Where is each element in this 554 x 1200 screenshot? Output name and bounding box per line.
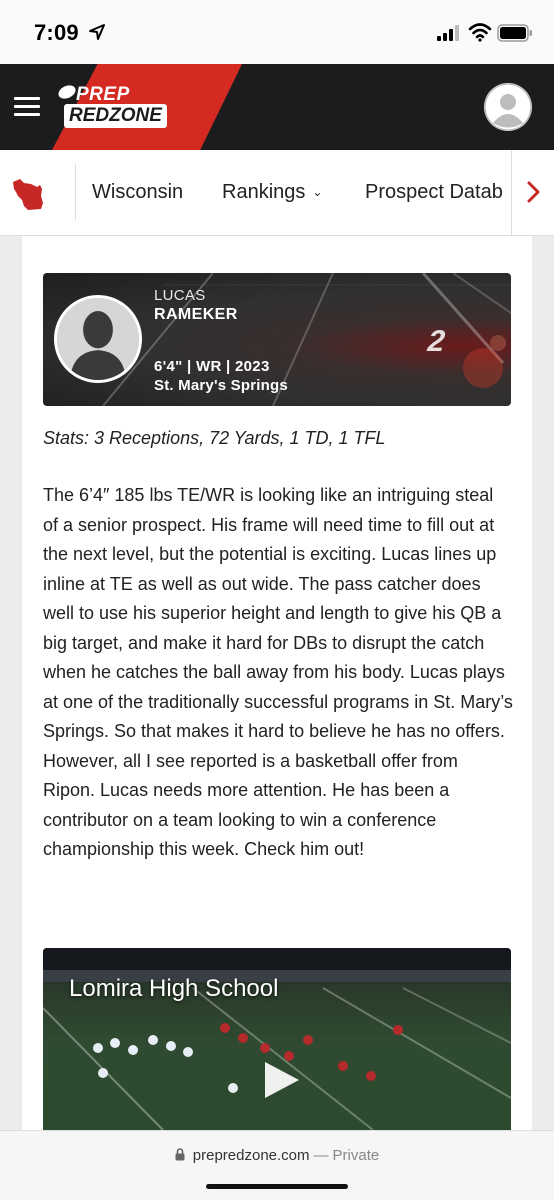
nav-bar: Wisconsin Rankings ⌄ Prospect Datab: [0, 150, 554, 236]
article-card: 2 LUCAS RAMEKER 6'4" | WR | 2023 St. Mar…: [22, 236, 532, 1130]
wisconsin-map-icon[interactable]: [10, 172, 50, 212]
chevron-right-icon: [527, 181, 540, 203]
nav-scroll-right-button[interactable]: [511, 150, 554, 235]
logo-text-top: PREP: [76, 84, 130, 105]
lock-icon: [175, 1148, 185, 1161]
status-bar: 7:09: [0, 0, 554, 64]
battery-icon: [497, 24, 532, 42]
browser-address-bar[interactable]: prepredzone.com — Private: [0, 1130, 554, 1200]
signal-icon: [437, 25, 459, 41]
site-logo[interactable]: PREP REDZONE: [56, 82, 188, 132]
private-mode-label: Private: [332, 1147, 380, 1164]
player-school: St. Mary's Springs: [154, 377, 288, 394]
nav-item-wisconsin[interactable]: Wisconsin: [92, 181, 183, 204]
url-domain: prepredzone.com: [192, 1147, 310, 1164]
article-body: The 6’4″ 185 lbs TE/WR is looking like a…: [43, 485, 513, 859]
video-title: Lomira High School: [69, 975, 279, 1002]
logo-text-bottom: REDZONE: [64, 104, 167, 128]
nav-item-prospect-database[interactable]: Prospect Datab: [365, 181, 511, 204]
wifi-icon: [468, 23, 492, 42]
url-display[interactable]: prepredzone.com — Private: [0, 1147, 554, 1164]
nav-item-rankings-label: Rankings: [222, 181, 306, 203]
player-avatar: [54, 295, 142, 383]
url-separator: —: [313, 1147, 329, 1164]
football-icon: [56, 82, 78, 102]
video-player[interactable]: Lomira High School: [43, 948, 511, 1130]
status-time: 7:09: [34, 20, 79, 45]
player-card[interactable]: 2 LUCAS RAMEKER 6'4" | WR | 2023 St. Mar…: [43, 273, 511, 406]
player-first-name: LUCAS: [154, 287, 206, 304]
player-meta: 6'4" | WR | 2023: [154, 358, 270, 375]
chevron-down-icon: ⌄: [312, 185, 323, 199]
play-icon[interactable]: [261, 1060, 303, 1100]
player-stats: Stats: 3 Receptions, 72 Yards, 1 TD, 1 T…: [43, 428, 386, 448]
nav-item-rankings[interactable]: Rankings ⌄: [222, 181, 322, 204]
site-header: PREP REDZONE: [0, 64, 554, 150]
nav-divider: [75, 164, 76, 220]
location-arrow-icon: [89, 24, 105, 40]
hamburger-menu-icon[interactable]: [14, 97, 40, 117]
home-indicator[interactable]: [206, 1184, 348, 1189]
player-last-name: RAMEKER: [154, 306, 238, 323]
user-avatar-icon[interactable]: [484, 83, 532, 131]
